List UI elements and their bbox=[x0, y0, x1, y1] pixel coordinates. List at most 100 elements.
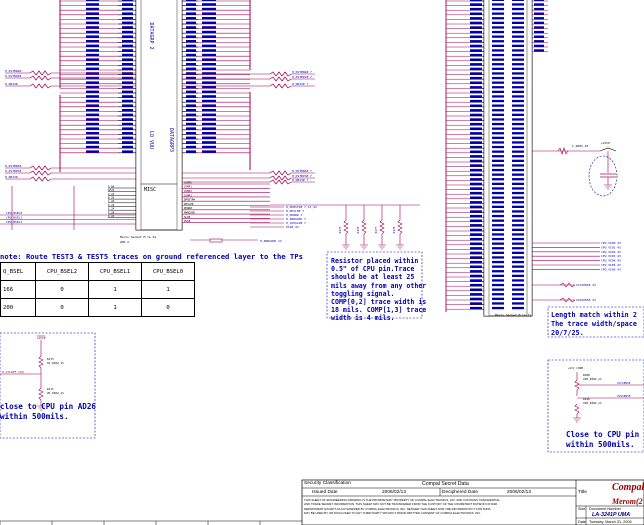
pin-label-mark bbox=[470, 270, 482, 273]
pin-label-mark bbox=[512, 288, 524, 291]
pin-label-mark bbox=[492, 205, 504, 208]
pin-label-mark bbox=[512, 274, 524, 277]
pin-label-mark bbox=[86, 72, 99, 75]
misc-pin-label: AF24 bbox=[108, 188, 115, 192]
pin-label-mark bbox=[492, 49, 504, 52]
pin-label-mark bbox=[512, 132, 524, 135]
pin-label-mark bbox=[202, 30, 216, 34]
vid-net: CPU_VID1 43 bbox=[601, 245, 621, 249]
gtl-resistor bbox=[38, 355, 44, 369]
pin-label-mark bbox=[122, 136, 133, 139]
misc-pin-label: G_24 bbox=[108, 214, 115, 218]
pin-label-mark bbox=[492, 0, 504, 1]
pin-label-mark bbox=[86, 67, 99, 70]
ic-datagrp-label: DATAGRP 2 bbox=[148, 22, 154, 49]
pin-label-mark bbox=[86, 118, 99, 121]
pin-label-mark bbox=[470, 81, 482, 84]
pin-label-mark bbox=[202, 95, 216, 98]
misc-net-label: COMP3 bbox=[184, 193, 192, 197]
pin-label-mark bbox=[470, 0, 482, 1]
pin-label-mark bbox=[122, 122, 133, 126]
pin-label-mark bbox=[512, 187, 524, 190]
pin-label-mark bbox=[470, 35, 482, 38]
pin-label-mark bbox=[492, 178, 504, 181]
pin-label-mark bbox=[470, 224, 482, 227]
pin-label-mark bbox=[470, 30, 482, 34]
pin-label-mark bbox=[122, 7, 133, 11]
pin-label-mark bbox=[492, 72, 504, 75]
pin-label-mark bbox=[470, 297, 482, 300]
pin-label-mark bbox=[186, 7, 196, 11]
pin-label-mark bbox=[470, 3, 482, 6]
pin-label-mark bbox=[470, 191, 482, 195]
pin-label-mark bbox=[86, 90, 99, 93]
strobe-wiggle bbox=[269, 83, 292, 89]
pin-label-mark bbox=[470, 293, 482, 296]
pin-label-mark bbox=[492, 122, 504, 126]
pin-label-mark bbox=[492, 95, 504, 98]
pin-label-mark bbox=[512, 173, 524, 176]
ic-pin-strip bbox=[483, 0, 490, 317]
pin-label-mark bbox=[512, 228, 524, 231]
deciphered-label: Deciphered Date bbox=[442, 490, 478, 495]
pin-label-mark bbox=[470, 104, 482, 107]
pin-label-mark bbox=[202, 104, 216, 107]
pin-label-mark bbox=[186, 150, 196, 153]
strobe-wiggle bbox=[29, 170, 52, 176]
misc-pin-label: F_24 bbox=[108, 210, 115, 214]
pin-label-mark bbox=[122, 63, 133, 66]
pin-label-mark bbox=[202, 7, 216, 11]
pin-label-mark bbox=[470, 109, 482, 112]
pin-label-mark bbox=[512, 118, 524, 121]
pin-label-mark bbox=[534, 17, 544, 20]
pin-label-mark bbox=[512, 293, 524, 296]
pin-label-mark bbox=[186, 53, 196, 57]
pin-label-mark bbox=[122, 44, 133, 47]
strobe-wiggle bbox=[29, 165, 52, 171]
pin-label-mark bbox=[512, 242, 524, 245]
pin-label-mark bbox=[512, 302, 524, 305]
pin-label-mark bbox=[534, 26, 544, 29]
sense-r1v: 100_0402_1% bbox=[583, 377, 602, 381]
pin-label-mark bbox=[492, 99, 504, 103]
pin-label-mark bbox=[512, 35, 524, 38]
pin-label-mark bbox=[202, 40, 216, 43]
pin-label-mark bbox=[122, 67, 133, 70]
pin-label-mark bbox=[470, 196, 482, 199]
pin-label-mark bbox=[492, 86, 504, 89]
pin-label-mark bbox=[470, 164, 482, 167]
sense-net-a: VCCSENSE bbox=[617, 381, 631, 385]
route-note: note: Route TEST3 & TEST5 traces on grou… bbox=[0, 252, 303, 261]
pin-label-mark bbox=[512, 164, 524, 167]
pin-label-mark bbox=[470, 67, 482, 70]
sense-net: VCCSENSE 43 bbox=[576, 283, 596, 287]
pin-label-mark bbox=[512, 12, 524, 15]
pin-label-mark bbox=[512, 233, 524, 236]
pin-label-mark bbox=[122, 132, 133, 135]
pin-label-mark bbox=[470, 63, 482, 66]
pin-label-mark bbox=[492, 26, 504, 29]
pin-label-mark bbox=[512, 86, 524, 89]
pin-label-mark bbox=[470, 279, 482, 282]
pin-label-mark bbox=[122, 99, 133, 103]
pin-label-mark bbox=[512, 141, 524, 144]
pwr-net-label: H_PWRGOOD 13 bbox=[260, 239, 282, 243]
pin-label-mark bbox=[534, 44, 544, 47]
cpu-right-ic-body bbox=[483, 0, 533, 317]
pin-label-mark bbox=[470, 86, 482, 89]
ic-part-label: Meron Secket M le 3a bbox=[495, 313, 531, 317]
pin-label-mark bbox=[86, 81, 99, 84]
pin-label-mark bbox=[492, 260, 504, 264]
pin-label-mark bbox=[470, 150, 482, 153]
pin-label-mark bbox=[470, 288, 482, 291]
ic-part-label: Meron Secket M le 3a bbox=[120, 235, 156, 239]
pin-label-mark bbox=[470, 40, 482, 43]
pin-label-mark bbox=[470, 49, 482, 52]
table-cell: 1 bbox=[88, 280, 142, 299]
pin-label-mark bbox=[512, 201, 524, 204]
pin-label-mark bbox=[534, 35, 544, 38]
table-cell: 0 bbox=[141, 298, 195, 317]
pin-label-mark bbox=[202, 35, 216, 38]
pin-label-mark bbox=[492, 302, 504, 305]
pin-label-mark bbox=[470, 159, 482, 162]
